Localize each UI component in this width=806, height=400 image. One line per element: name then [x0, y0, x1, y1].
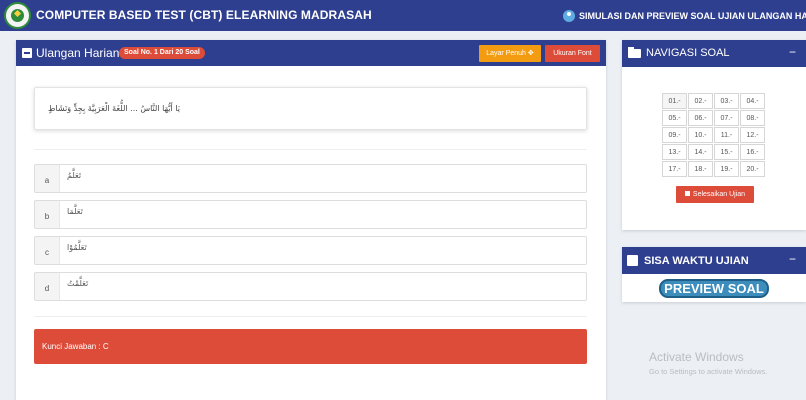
- option-letter: a: [35, 165, 60, 192]
- watermark-title: Activate Windows: [649, 350, 744, 364]
- option-text: تَعَلَّمُوْا: [67, 243, 87, 252]
- question-panel: Ulangan Harian Soal No. 1 Dari 20 Soal L…: [16, 40, 606, 400]
- top-navbar: COMPUTER BASED TEST (CBT) ELEARNING MADR…: [0, 0, 806, 31]
- finish-exam-button[interactable]: Selesaikan Ujian: [676, 186, 754, 203]
- option-d[interactable]: d تَعَلَّمْتُ: [34, 272, 587, 301]
- exam-title: Ulangan Harian: [36, 46, 120, 60]
- question-number-5[interactable]: 05.-: [662, 110, 687, 126]
- timer-title: SISA WAKTU UJIAN: [644, 255, 749, 267]
- question-number-18[interactable]: 18.-: [688, 161, 713, 177]
- question-number-11[interactable]: 11.-: [714, 127, 739, 143]
- question-panel-header: Ulangan Harian Soal No. 1 Dari 20 Soal L…: [16, 40, 606, 66]
- option-letter: c: [35, 237, 60, 264]
- option-letter: b: [35, 201, 60, 228]
- question-number-2[interactable]: 02.-: [688, 93, 713, 109]
- calendar-icon: [627, 255, 638, 266]
- option-text: تَعَلَّمْتُ: [67, 279, 89, 288]
- finish-exam-label: Selesaikan Ujian: [692, 191, 746, 198]
- timer-panel: SISA WAKTU UJIAN − PREVIEW SOAL: [622, 247, 806, 302]
- question-number-20[interactable]: 20.-: [740, 161, 765, 177]
- question-text: يَا أَيُّهَا النَّاسُ ... اللُّغَةَ الْع…: [48, 104, 180, 113]
- question-number-16[interactable]: 16.-: [740, 144, 765, 160]
- option-letter: d: [35, 273, 60, 300]
- divider: [34, 316, 587, 317]
- fullscreen-button[interactable]: Layar Penuh ✥: [479, 45, 541, 62]
- question-number-9[interactable]: 09.-: [662, 127, 687, 143]
- question-number-14[interactable]: 14.-: [688, 144, 713, 160]
- app-title: COMPUTER BASED TEST (CBT) ELEARNING MADR…: [36, 8, 372, 22]
- timer-header: SISA WAKTU UJIAN −: [622, 247, 806, 274]
- question-number-badge: Soal No. 1 Dari 20 Soal: [119, 47, 205, 59]
- folder-icon: [628, 47, 641, 58]
- question-number-7[interactable]: 07.-: [714, 110, 739, 126]
- option-a[interactable]: a تَعَلَّمُ: [34, 164, 587, 193]
- question-number-4[interactable]: 04.-: [740, 93, 765, 109]
- collapse-icon[interactable]: −: [789, 45, 796, 59]
- question-number-12[interactable]: 12.-: [740, 127, 765, 143]
- question-number-6[interactable]: 06.-: [688, 110, 713, 126]
- question-number-17[interactable]: 17.-: [662, 161, 687, 177]
- font-size-button[interactable]: Ukuran Font: [545, 45, 600, 62]
- option-text: تَعَلَّمُ: [67, 171, 82, 180]
- answer-key-box: Kunci Jawaban : C: [34, 329, 587, 364]
- madrasah-logo-icon[interactable]: [4, 2, 31, 29]
- stop-icon: [684, 191, 690, 196]
- question-number-3[interactable]: 03.-: [714, 93, 739, 109]
- option-c[interactable]: c تَعَلَّمُوْا: [34, 236, 587, 265]
- document-icon: [22, 48, 32, 58]
- divider: [34, 149, 587, 150]
- option-text: تَعَلَّمَا: [67, 207, 83, 216]
- navigation-panel: NAVIGASI SOAL − 01.- 02.- 03.- 04.- 05.- 06.-…: [622, 40, 806, 230]
- preview-badge: PREVIEW SOAL: [659, 279, 769, 298]
- question-number-13[interactable]: 13.-: [662, 144, 687, 160]
- watermark-subtitle: Go to Settings to activate Windows.: [649, 367, 768, 376]
- windows-activation-watermark: Activate Windows Go to Settings to activ…: [649, 350, 767, 376]
- collapse-icon[interactable]: −: [789, 252, 796, 266]
- question-box: يَا أَيُّهَا النَّاسُ ... اللُّغَةَ الْع…: [34, 87, 587, 130]
- option-b[interactable]: b تَعَلَّمَا: [34, 200, 587, 229]
- question-number-15[interactable]: 15.-: [714, 144, 739, 160]
- user-circle-icon[interactable]: [563, 10, 575, 22]
- question-number-19[interactable]: 19.-: [714, 161, 739, 177]
- navigation-title: NAVIGASI SOAL: [646, 47, 730, 59]
- answer-key-text: Kunci Jawaban : C: [42, 342, 109, 351]
- user-menu-label[interactable]: SIMULASI DAN PREVIEW SOAL UJIAN ULANGAN …: [579, 11, 806, 21]
- question-number-10[interactable]: 10.-: [688, 127, 713, 143]
- question-number-8[interactable]: 08.-: [740, 110, 765, 126]
- question-number-1[interactable]: 01.-: [662, 93, 687, 109]
- navigation-header: NAVIGASI SOAL −: [622, 40, 806, 67]
